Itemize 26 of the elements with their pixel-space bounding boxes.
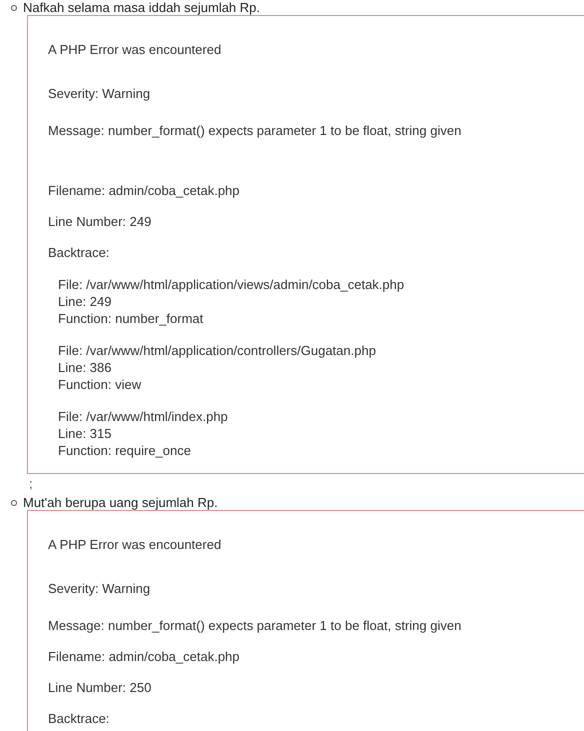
error-line-number: Line Number: 249 <box>48 214 152 230</box>
backtrace-function: Function: require_once <box>58 443 192 459</box>
error-heading: A PHP Error was encountered <box>48 537 222 553</box>
list-bullet-icon <box>11 500 17 506</box>
backtrace-label: Backtrace: <box>48 711 110 727</box>
backtrace-file: File: /var/www/html/index.php <box>58 409 229 425</box>
backtrace-file: File: /var/www/html/application/views/admin/coba_cetak.php <box>58 277 406 293</box>
error-severity: Severity: Warning <box>48 581 152 597</box>
error-filename: Filename: admin/coba_cetak.php <box>48 183 241 199</box>
backtrace-file: File: /var/www/html/application/controllers/Gugatan.php <box>58 343 377 359</box>
backtrace-line: Line: 249 <box>58 294 112 310</box>
error-severity: Severity: Warning <box>48 86 152 102</box>
backtrace-function: Function: view <box>58 377 142 393</box>
error-filename: Filename: admin/coba_cetak.php <box>48 649 241 665</box>
backtrace-label: Backtrace: <box>48 245 110 261</box>
error-line-number: Line Number: 250 <box>48 680 152 696</box>
backtrace-line: Line: 315 <box>58 426 112 442</box>
separator-text: ; <box>29 476 34 491</box>
error-heading: A PHP Error was encountered <box>48 42 222 58</box>
list-item-text: Mut'ah berupa uang sejumlah Rp. <box>23 495 218 510</box>
list-bullet-icon <box>11 4 17 10</box>
error-message: Message: number_format() expects parameter 1 to be float, string given <box>48 618 462 634</box>
list-item-text: Nafkah selama masa iddah sejumlah Rp. <box>23 0 260 15</box>
backtrace-line: Line: 386 <box>58 360 112 376</box>
backtrace-function: Function: number_format <box>58 311 204 327</box>
error-message: Message: number_format() expects parameter 1 to be float, string given <box>48 123 462 139</box>
